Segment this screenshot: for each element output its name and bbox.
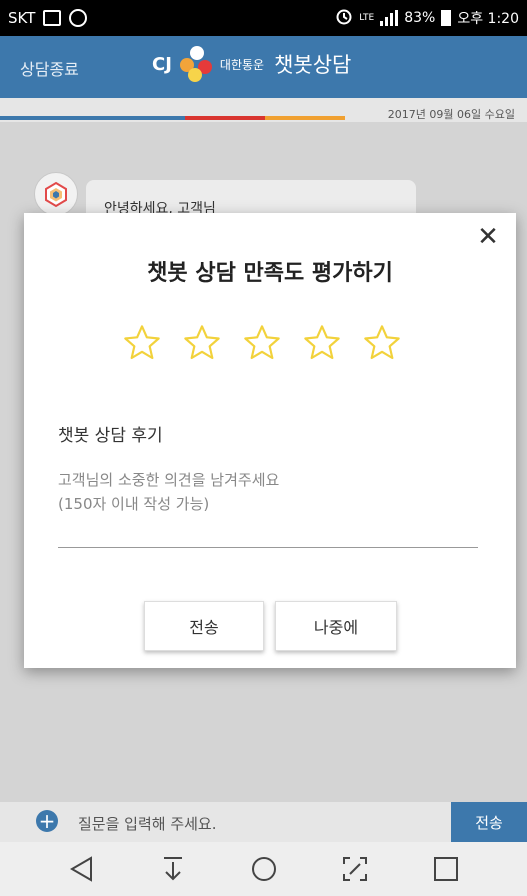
bot-avatar-icon bbox=[34, 172, 78, 216]
status-right: LTE 83% 오후 1:20 bbox=[335, 7, 519, 29]
chat-date: 2017년 09월 06일 수요일 bbox=[387, 108, 515, 121]
submit-button[interactable]: 전송 bbox=[144, 601, 264, 651]
logo-company-text: 대한통운 bbox=[219, 57, 265, 72]
review-input[interactable]: 고객님의 소중한 의견을 남겨주세요 (150자 이내 작성 가능) bbox=[58, 468, 478, 516]
gallery-notification-icon bbox=[43, 10, 62, 26]
signal-icon bbox=[380, 10, 399, 26]
close-icon[interactable]: ✕ bbox=[474, 223, 502, 251]
clock: 오후 1:20 bbox=[457, 11, 519, 27]
send-button[interactable]: 전송 bbox=[451, 802, 527, 842]
home-icon[interactable] bbox=[244, 849, 284, 889]
later-button[interactable]: 나중에 bbox=[275, 601, 397, 651]
alarm-icon bbox=[335, 7, 353, 29]
notification-pull-icon[interactable] bbox=[153, 849, 193, 889]
stripe-orange bbox=[265, 116, 345, 120]
input-bar: + 질문을 입력해 주세요. 전송 bbox=[0, 802, 527, 842]
question-input[interactable]: 질문을 입력해 주세요. bbox=[78, 813, 217, 834]
logo: CJ 대한통운 챗봇상담 bbox=[152, 46, 351, 82]
dialog-title: 챗봇 상담 만족도 평가하기 bbox=[147, 261, 393, 286]
review-input-underline bbox=[58, 547, 478, 548]
system-nav-bar bbox=[0, 842, 527, 896]
app-notification-icon bbox=[69, 9, 88, 27]
header-title: 챗봇상담 bbox=[274, 53, 352, 77]
rating-dialog: ✕ 챗봇 상담 만족도 평가하기 챗봇 상담 후기 고객님의 소중한 의견을 남… bbox=[24, 213, 516, 668]
logo-cj-text: CJ bbox=[152, 53, 172, 75]
rating-stars bbox=[122, 323, 402, 363]
battery-icon bbox=[441, 10, 452, 26]
recent-apps-icon[interactable] bbox=[426, 849, 466, 889]
star-icon[interactable] bbox=[362, 323, 402, 363]
lte-icon: LTE bbox=[359, 12, 375, 23]
back-icon[interactable] bbox=[62, 849, 102, 889]
battery-percent: 83% bbox=[404, 10, 436, 26]
star-icon[interactable] bbox=[182, 323, 222, 363]
cj-logo-icon bbox=[178, 46, 214, 82]
status-bar: SKT LTE 83% 오후 1:20 bbox=[0, 0, 527, 36]
star-icon[interactable] bbox=[242, 323, 282, 363]
end-chat-button[interactable]: 상담종료 bbox=[20, 56, 79, 80]
stripe-blue bbox=[0, 116, 185, 120]
date-strip: 2017년 09월 06일 수요일 bbox=[0, 98, 527, 122]
screen-capture-icon[interactable] bbox=[335, 849, 375, 889]
star-icon[interactable] bbox=[302, 323, 342, 363]
review-label: 챗봇 상담 후기 bbox=[58, 426, 163, 446]
status-left: SKT bbox=[8, 9, 88, 27]
add-attachment-icon[interactable]: + bbox=[36, 810, 58, 832]
carrier-label: SKT bbox=[8, 9, 36, 27]
star-icon[interactable] bbox=[122, 323, 162, 363]
app-header: 상담종료 CJ 대한통운 챗봇상담 bbox=[0, 36, 527, 98]
stripe-red bbox=[185, 116, 265, 120]
